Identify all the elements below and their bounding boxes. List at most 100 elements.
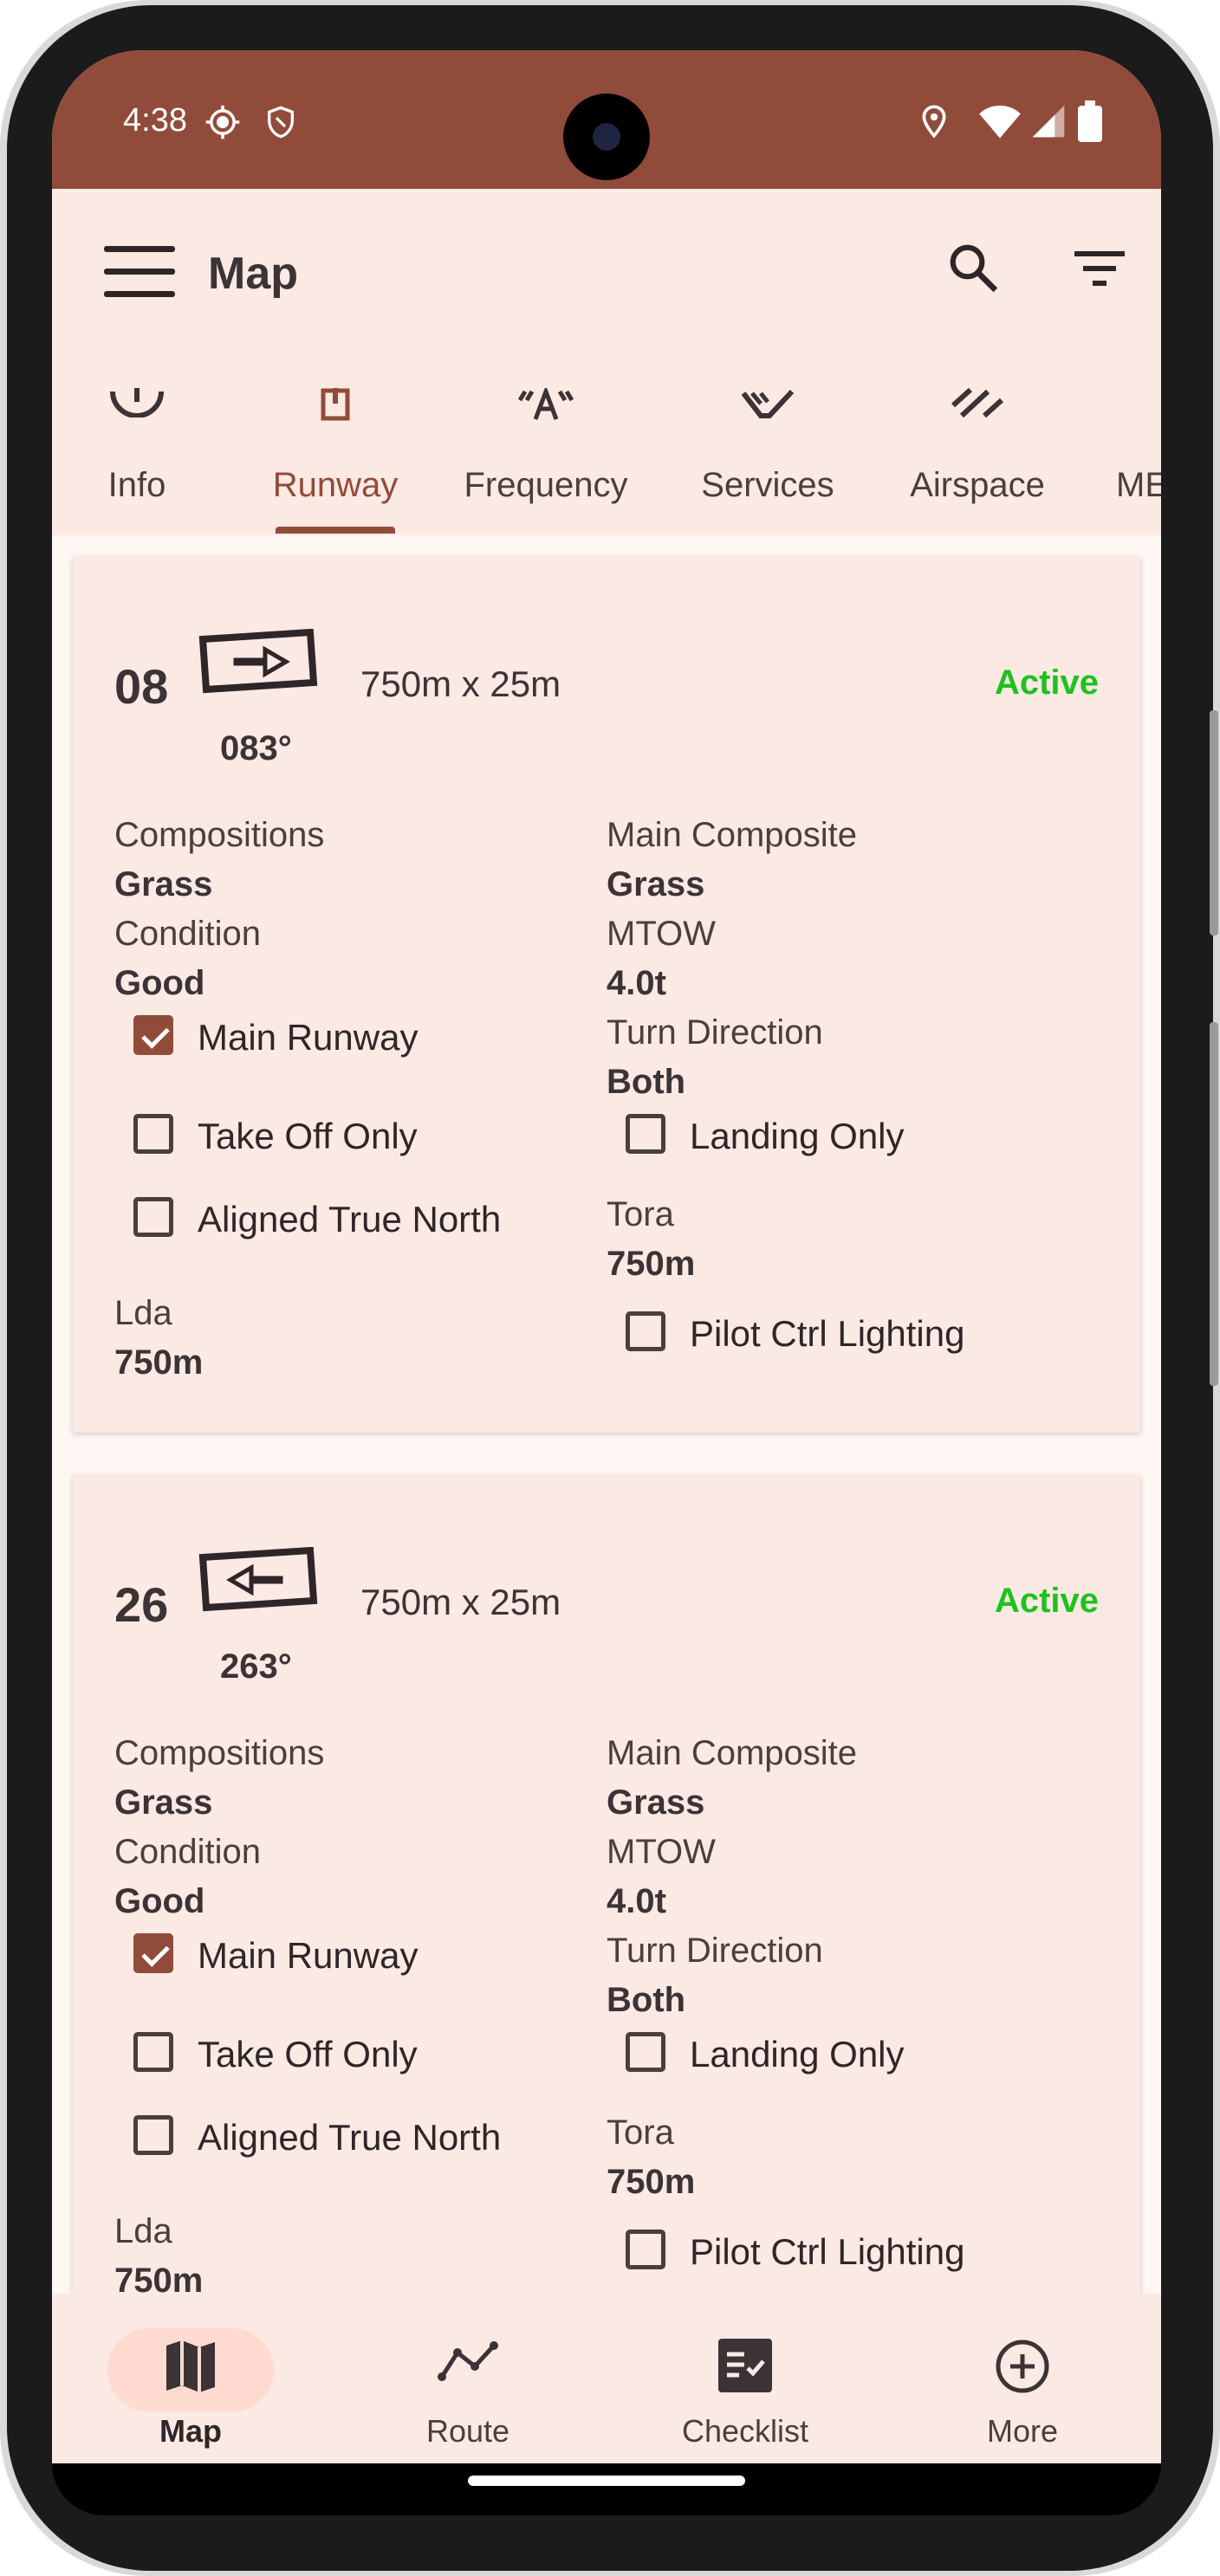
turn-direction-value: Both (607, 1981, 686, 2019)
runway-number: 26 (114, 1577, 169, 1632)
power-button (1210, 710, 1218, 935)
bottom-bezel (52, 2463, 1161, 2515)
status-badge: Active (994, 1582, 1099, 1620)
route-icon (438, 2341, 498, 2381)
page-title: Map (208, 249, 298, 299)
pilot-ctrl-lighting-label: Pilot Ctrl Lighting (690, 1313, 965, 1354)
runway-heading: 263° (220, 1647, 292, 1686)
take-off-only-checkbox[interactable] (133, 1114, 173, 1154)
map-icon (166, 2340, 215, 2392)
take-off-only-checkbox[interactable] (133, 2032, 173, 2072)
main-runway-checkbox[interactable] (133, 1015, 173, 1055)
runway-card: 08 750m x 25m Active 083° Compositions G… (73, 556, 1140, 1433)
nav-route[interactable]: Route (329, 2294, 607, 2463)
landing-only-checkbox[interactable] (626, 2032, 665, 2072)
mtow-value: 4.0t (607, 964, 666, 1002)
mtow-label: MTOW (607, 1833, 716, 1871)
nav-label: Checklist (681, 2413, 809, 2449)
tora-label: Tora (607, 2113, 674, 2152)
main-runway-label: Main Runway (198, 1935, 419, 1976)
screen: 4:38 Map Info Runway Frequency Services … (52, 50, 1161, 2463)
turn-direction-value: Both (607, 1063, 686, 1101)
airspace-icon (951, 388, 1004, 417)
tora-value: 750m (607, 1245, 696, 1283)
nav-label: Map (159, 2413, 222, 2449)
wifi-icon (979, 105, 1021, 139)
filter-icon[interactable] (1074, 249, 1125, 288)
lda-label: Lda (114, 1294, 172, 1332)
search-icon[interactable] (946, 241, 1000, 294)
nav-checklist[interactable]: Checklist (607, 2294, 884, 2463)
info-icon (110, 388, 164, 417)
main-composite-value: Grass (607, 865, 705, 903)
front-camera (563, 94, 650, 180)
aligned-true-north-label: Aligned True North (198, 1199, 502, 1239)
main-runway-checkbox[interactable] (133, 1933, 173, 1973)
tora-value: 750m (607, 2163, 696, 2201)
tab-label: Services (701, 466, 834, 504)
compositions-value: Grass (114, 1783, 213, 1822)
tab-info[interactable]: Info (87, 371, 187, 535)
nav-map[interactable]: Map (52, 2294, 329, 2463)
condition-label: Condition (114, 915, 262, 953)
condition-label: Condition (114, 1833, 262, 1871)
tab-indicator (276, 527, 395, 534)
services-icon (741, 389, 795, 418)
mtow-value: 4.0t (607, 1882, 666, 1920)
landing-only-label: Landing Only (690, 2034, 905, 2074)
take-off-only-label: Take Off Only (198, 1116, 418, 1156)
lda-value: 750m (114, 1343, 204, 1382)
tab-label: Airspace (910, 466, 1045, 504)
status-time: 4:38 (123, 102, 187, 139)
tab-more[interactable]: ME (1116, 371, 1161, 535)
compositions-label: Compositions (114, 816, 325, 854)
home-indicator[interactable] (468, 2476, 745, 2486)
battery-icon (1078, 100, 1102, 142)
landing-only-checkbox[interactable] (626, 1114, 665, 1154)
location-icon (922, 105, 946, 139)
pilot-ctrl-lighting-label: Pilot Ctrl Lighting (690, 2231, 965, 2272)
aligned-true-north-label: Aligned True North (198, 2117, 502, 2158)
signal-icon (1032, 105, 1065, 138)
runway-dimensions: 750m x 25m (360, 1582, 561, 1622)
shield-icon (268, 106, 294, 139)
tora-label: Tora (607, 1195, 674, 1233)
main-runway-label: Main Runway (198, 1017, 419, 1058)
compositions-value: Grass (114, 865, 213, 903)
nav-label: Route (425, 2413, 510, 2449)
runway-icon (321, 388, 350, 421)
runway-direction-right-icon (198, 629, 318, 694)
main-composite-label: Main Composite (607, 1734, 858, 1772)
tab-label: Frequency (464, 466, 628, 504)
tab-airspace[interactable]: Airspace (903, 371, 1052, 535)
tab-runway[interactable]: Runway (269, 371, 402, 535)
take-off-only-label: Take Off Only (198, 2034, 418, 2074)
aligned-true-north-checkbox[interactable] (133, 2115, 173, 2155)
aligned-true-north-checkbox[interactable] (133, 1197, 173, 1237)
runway-card: 26 750m x 25m Active 263° Compositions G… (73, 1474, 1140, 2294)
mtow-label: MTOW (607, 915, 716, 953)
volume-button (1210, 1022, 1218, 1386)
pilot-ctrl-lighting-checkbox[interactable] (626, 2230, 665, 2269)
bottom-navigation: Map Route Checklist More (52, 2294, 1161, 2463)
tab-label: Runway (272, 466, 399, 504)
runway-number: 08 (114, 659, 169, 714)
condition-value: Good (114, 964, 205, 1002)
tab-frequency[interactable]: Frequency (459, 371, 633, 535)
lda-label: Lda (114, 2212, 172, 2250)
nav-label: More (986, 2413, 1059, 2449)
nav-more[interactable]: More (884, 2294, 1161, 2463)
gps-icon (205, 105, 240, 139)
landing-only-label: Landing Only (690, 1116, 905, 1156)
condition-value: Good (114, 1882, 205, 1920)
pilot-ctrl-lighting-checkbox[interactable] (626, 1311, 665, 1351)
runway-list[interactable]: 08 750m x 25m Active 083° Compositions G… (52, 535, 1161, 2294)
turn-direction-label: Turn Direction (607, 1932, 823, 1970)
tab-services[interactable]: Services (697, 371, 839, 535)
status-bar: 4:38 (52, 50, 1161, 189)
runway-direction-left-icon (198, 1547, 318, 1612)
tab-bar: Info Runway Frequency Services Airspace … (52, 371, 1161, 535)
turn-direction-label: Turn Direction (607, 1013, 823, 1052)
frequency-icon (518, 388, 574, 420)
menu-icon[interactable] (104, 244, 175, 300)
